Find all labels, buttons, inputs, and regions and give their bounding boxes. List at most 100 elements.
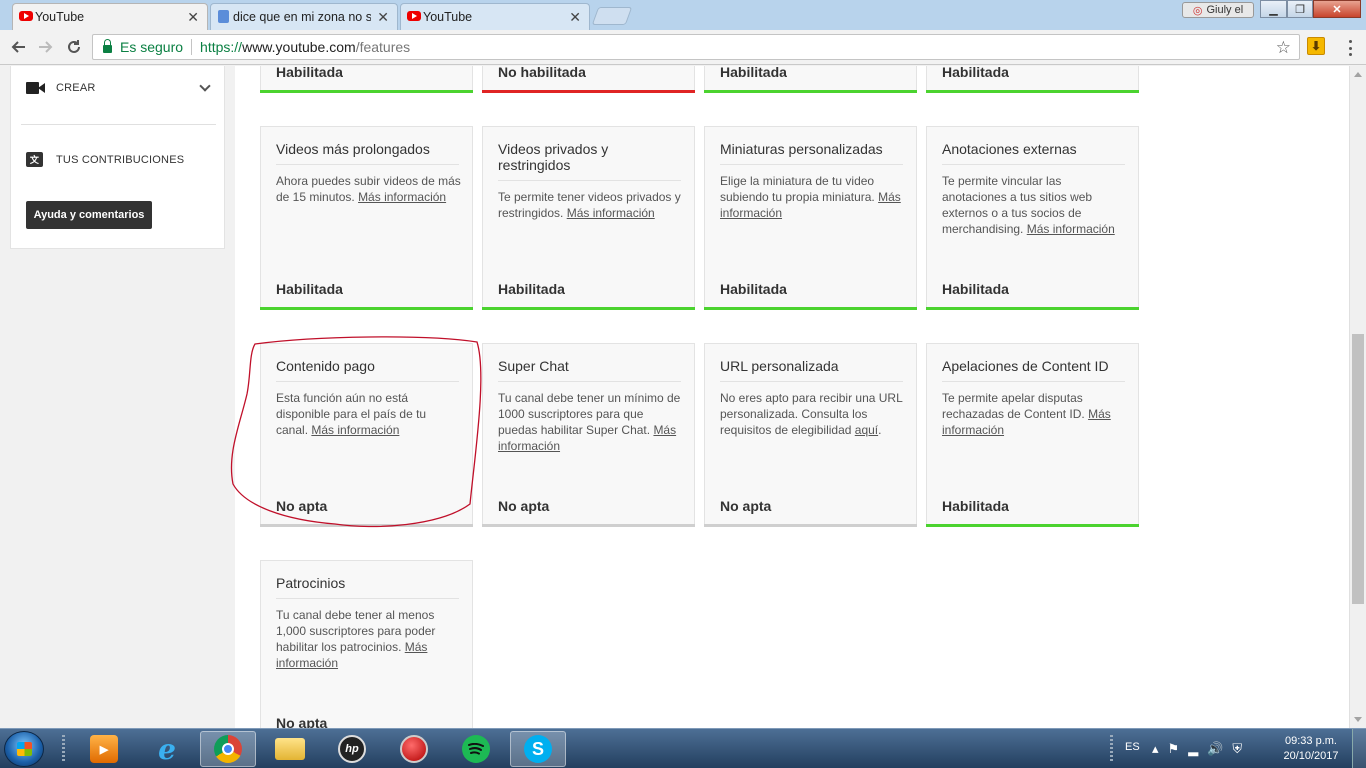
feature-title: Patrocinios	[276, 575, 459, 599]
feature-card-content-id-appeals: Apelaciones de Content ID Te permite ape…	[926, 343, 1139, 527]
scroll-down-icon[interactable]	[1354, 717, 1362, 722]
feature-card-paid-content: Contenido pago Esta función aún no está …	[260, 343, 473, 527]
translate-icon: 文	[26, 152, 43, 167]
hp-icon: hp	[338, 735, 366, 763]
tab-youtube-2[interactable]: YouTube ✕	[400, 3, 590, 30]
feature-card-super-chat: Super Chat Tu canal debe tener un mínimo…	[482, 343, 695, 527]
show-hidden-icons-icon[interactable]: ▴	[1152, 741, 1159, 757]
feature-title: Miniaturas personalizadas	[720, 141, 903, 165]
taskbar-media-player[interactable]: ▶	[76, 731, 132, 767]
network-icon[interactable]: ▂	[1188, 741, 1198, 757]
close-icon[interactable]: ✕	[187, 9, 199, 26]
status-bar	[482, 524, 695, 527]
reload-icon[interactable]	[63, 36, 85, 58]
download-extension-icon[interactable]: ⬇	[1307, 37, 1325, 55]
youtube-icon	[407, 11, 421, 21]
sidebar-item-label: CREAR	[56, 82, 96, 94]
window-close-button[interactable]: ✕	[1313, 0, 1361, 18]
volume-icon[interactable]: 🔊	[1207, 741, 1223, 757]
tab-document[interactable]: dice que en mi zona no s ✕	[210, 3, 398, 30]
url-path: /features	[355, 39, 411, 55]
feature-card-external-annotations: Anotaciones externas Te permite vincular…	[926, 126, 1139, 310]
close-icon[interactable]: ✕	[569, 9, 581, 26]
maximize-button[interactable]: ❐	[1287, 0, 1313, 18]
taskbar-skype[interactable]: S	[510, 731, 566, 767]
taskbar-recorder[interactable]	[386, 731, 442, 767]
feature-description: Tu canal debe tener un mínimo de 1000 su…	[498, 391, 681, 453]
feature-title: Videos privados y restringidos	[498, 141, 681, 181]
feature-description: Tu canal debe tener al menos 1,000 suscr…	[276, 608, 436, 670]
feature-card-custom-url: URL personalizada No eres apto para reci…	[704, 343, 917, 527]
help-feedback-button[interactable]: Ayuda y comentarios	[26, 201, 152, 229]
show-desktop-button[interactable]	[1352, 729, 1366, 768]
status-bar	[260, 307, 473, 310]
tab-title: dice que en mi zona no s	[233, 10, 372, 24]
clock-time: 09:33 p.m.	[1285, 735, 1337, 747]
secure-label: Es seguro	[120, 39, 184, 55]
media-player-icon: ▶	[90, 735, 118, 763]
start-button[interactable]	[4, 731, 44, 767]
new-tab-button[interactable]	[591, 7, 633, 25]
feature-status: Habilitada	[276, 281, 343, 297]
sidebar-item-contributions[interactable]: 文 TUS CONTRIBUCIONES	[26, 152, 184, 167]
clock-date: 20/10/2017	[1283, 750, 1339, 762]
feature-card: Habilitada	[260, 66, 473, 93]
chrome-menu-icon[interactable]	[1340, 38, 1360, 58]
feature-status: Habilitada	[498, 281, 565, 297]
more-info-link[interactable]: Más información	[311, 423, 399, 437]
more-info-link[interactable]: Más información	[358, 190, 446, 204]
address-bar[interactable]: Es seguro https://www.youtube.com/featur…	[92, 34, 1300, 60]
features-content: Habilitada No habilitada Habilitada Habi…	[235, 66, 1349, 728]
feature-description: Ahora puedes subir videos de más de 15 m…	[276, 174, 461, 204]
youtube-icon	[19, 11, 33, 21]
status-bar	[260, 90, 473, 93]
feature-title: Apelaciones de Content ID	[942, 358, 1125, 382]
feature-card-private-videos: Videos privados y restringidos Te permit…	[482, 126, 695, 310]
feature-card-sponsorships: Patrocinios Tu canal debe tener al menos…	[260, 560, 473, 728]
status-bar	[704, 524, 917, 527]
lock-icon	[103, 39, 112, 53]
taskbar-spotify[interactable]	[448, 731, 504, 767]
antivirus-icon[interactable]: ⛨	[1232, 741, 1242, 757]
here-link[interactable]: aquí	[855, 423, 878, 437]
minimize-button[interactable]: ▁	[1260, 0, 1287, 18]
profile-name: Giuly el	[1206, 4, 1244, 16]
status-bar	[926, 90, 1139, 93]
feature-title: Videos más prolongados	[276, 141, 459, 165]
profile-button[interactable]: ◎ Giuly el	[1182, 2, 1254, 18]
close-icon[interactable]: ✕	[377, 9, 389, 26]
taskbar-chrome[interactable]	[200, 731, 256, 767]
scroll-thumb[interactable]	[1352, 334, 1364, 604]
back-arrow-icon[interactable]	[7, 36, 29, 58]
taskbar-grip	[62, 735, 65, 763]
page-viewport: CREAR 文 TUS CONTRIBUCIONES Ayuda y comen…	[0, 66, 1349, 728]
feature-title: Super Chat	[498, 358, 681, 382]
feature-card: Habilitada	[926, 66, 1139, 93]
feature-description: Te permite apelar disputas rechazadas de…	[942, 391, 1111, 437]
feature-title: URL personalizada	[720, 358, 903, 382]
clock[interactable]: 09:33 p.m. 20/10/2017	[1276, 734, 1346, 764]
taskbar-file-explorer[interactable]	[262, 731, 318, 767]
taskbar-internet-explorer[interactable]: e	[139, 731, 195, 767]
taskbar-hp[interactable]: hp	[324, 731, 380, 767]
language-indicator[interactable]: ES	[1125, 741, 1140, 753]
feature-title: Contenido pago	[276, 358, 459, 382]
sidebar-item-create[interactable]: CREAR	[26, 82, 211, 94]
forward-arrow-icon[interactable]	[35, 36, 57, 58]
status-bar	[926, 307, 1139, 310]
skype-icon: S	[524, 735, 552, 763]
bookmark-star-icon[interactable]: ☆	[1276, 38, 1291, 58]
scroll-up-icon[interactable]	[1354, 72, 1362, 77]
more-info-link[interactable]: Más información	[567, 206, 655, 220]
feature-description: Te permite vincular las anotaciones a tu…	[942, 174, 1115, 236]
feature-status: Habilitada	[942, 66, 1009, 80]
page-scrollbar[interactable]	[1349, 66, 1366, 728]
tab-youtube-1[interactable]: YouTube ✕	[12, 3, 208, 30]
system-tray: ▴ ⚑ ▂ 🔊 ⛨	[1152, 741, 1242, 757]
more-info-link[interactable]: Más información	[1027, 222, 1115, 236]
feature-description: Elige la miniatura de tu video subiendo …	[720, 174, 901, 220]
status-bar	[704, 90, 917, 93]
action-center-icon[interactable]: ⚑	[1168, 741, 1180, 757]
feature-status: Habilitada	[942, 498, 1009, 514]
sidebar: CREAR 文 TUS CONTRIBUCIONES Ayuda y comen…	[10, 66, 225, 249]
